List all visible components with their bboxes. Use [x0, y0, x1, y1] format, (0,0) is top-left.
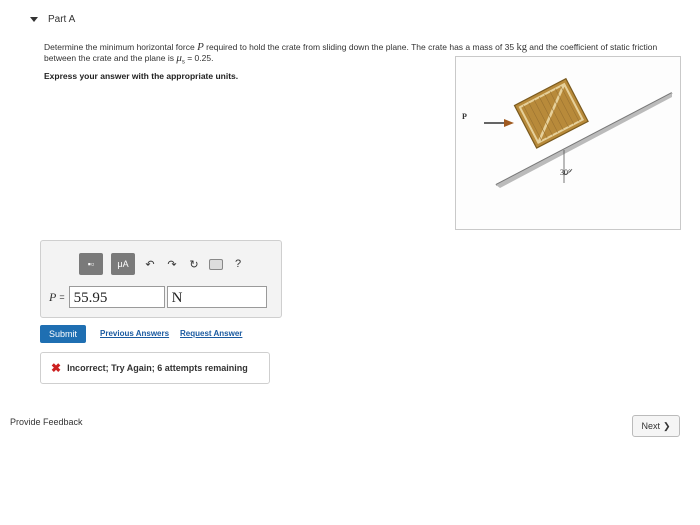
incorrect-icon: ✖	[51, 361, 62, 375]
submit-button[interactable]: Submit	[40, 325, 86, 343]
templates-button[interactable]: ▪▫	[79, 253, 103, 275]
units-button[interactable]: μA	[111, 253, 135, 275]
units-icon: μA	[117, 259, 129, 269]
part-header[interactable]: Part A	[30, 14, 75, 25]
force-label: P	[462, 112, 467, 121]
redo-icon[interactable]: ↷	[165, 257, 179, 271]
answer-equals: =	[59, 292, 65, 302]
answer-unit-input[interactable]: N	[166, 286, 267, 308]
previous-answers-link[interactable]: Previous Answers	[100, 329, 169, 338]
answer-variable-label: P	[49, 289, 57, 304]
request-answer-link[interactable]: Request Answer	[180, 329, 242, 338]
next-label: Next	[641, 421, 660, 431]
chevron-right-icon: ❯	[662, 420, 671, 431]
answer-value-input[interactable]: 55.95	[68, 286, 165, 308]
angle-label: 30°	[560, 168, 571, 177]
answer-panel: ▪▫ μA ↶ ↷ ↻ ? P = 55.95 N	[40, 240, 282, 318]
force-variable: P	[197, 41, 204, 53]
mass-unit: kg	[516, 42, 527, 53]
provide-feedback-link[interactable]: Provide Feedback	[10, 417, 83, 427]
answer-row: P = 55.95 N	[49, 286, 267, 308]
collapse-caret-icon[interactable]	[30, 17, 38, 22]
next-button[interactable]: Next ❯	[632, 415, 680, 437]
crate-on-incline-diagram: 30° P	[462, 77, 673, 188]
answer-instruction: Express your answer with the appropriate…	[44, 71, 239, 81]
templates-icon: ▪▫	[87, 259, 95, 269]
crate	[513, 77, 589, 149]
equation-toolbar: ▪▫ μA ↶ ↷ ↻ ?	[79, 253, 245, 275]
reset-icon[interactable]: ↻	[187, 257, 201, 271]
keyboard-icon[interactable]	[209, 257, 223, 271]
feedback-text: Incorrect; Try Again; 6 attempts remaini…	[67, 363, 248, 373]
problem-figure: 30° P	[455, 56, 681, 230]
force-arrow-head	[504, 119, 514, 127]
feedback-message: ✖ Incorrect; Try Again; 6 attempts remai…	[40, 352, 270, 384]
part-title: Part A	[48, 14, 76, 25]
help-icon[interactable]: ?	[231, 257, 245, 271]
undo-icon[interactable]: ↶	[143, 257, 157, 271]
